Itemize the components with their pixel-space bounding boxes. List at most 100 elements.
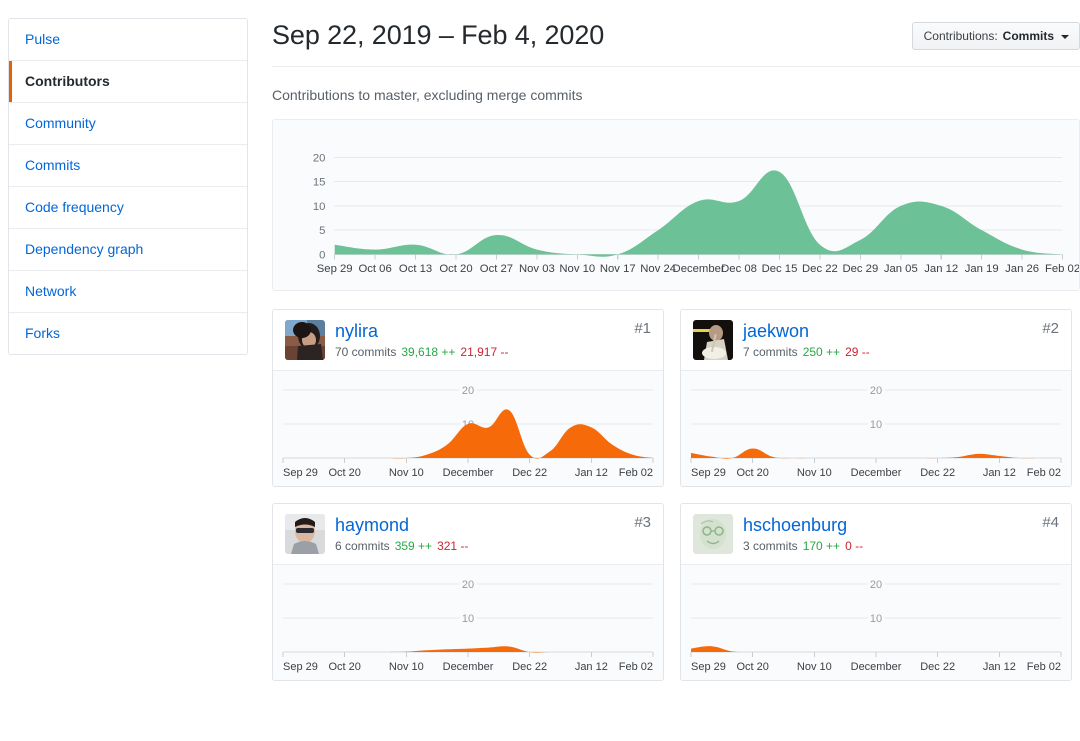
- contributor-cards: nylira 70 commits 39,618 ++ 21,917 -- #1 1…: [272, 309, 1080, 681]
- contributor-card[interactable]: nylira 70 commits39,618 ++21,917 -- #1 1…: [272, 309, 664, 487]
- contributor-username[interactable]: haymond: [335, 515, 468, 536]
- svg-text:20: 20: [462, 385, 474, 397]
- card-header: hschoenburg 3 commits 170 ++ 0 -- #4: [681, 504, 1071, 565]
- sidebar-item-dependency-graph[interactable]: Dependency graph: [9, 229, 247, 271]
- nylira-area-chart: 1020Sep 29Oct 20Nov 10DecemberDec 22Jan …: [282, 382, 654, 479]
- additions-count: 359 ++: [394, 539, 433, 553]
- svg-text:Sep 29: Sep 29: [317, 263, 353, 275]
- dropdown-value: Commits: [1002, 29, 1054, 43]
- card-chart-area: 1020Sep 29Oct 20Nov 10DecemberDec 22Jan …: [273, 371, 663, 486]
- contributor-card[interactable]: haymond 6 commits 359 ++ 321 -- #3 10 20 Sep…: [272, 503, 664, 681]
- sidebar-item-label: Network: [25, 283, 77, 299]
- svg-text:Oct 20: Oct 20: [439, 263, 472, 275]
- svg-text:Sep 29: Sep 29: [283, 661, 318, 673]
- sidebar-item-pulse[interactable]: Pulse: [9, 19, 247, 61]
- page-title: Sep 22, 2019 – Feb 4, 2020: [272, 20, 605, 50]
- haymond-area-chart: 10 20 Sep 29 Oct 20 Nov 10 December Dec 22 Jan …: [282, 576, 654, 673]
- contributor-stats: 6 commits 359 ++ 321 --: [335, 538, 468, 554]
- svg-text:Oct 27: Oct 27: [480, 263, 513, 275]
- jaekwon-avatar: [693, 320, 733, 360]
- contributor-rank: #3: [634, 514, 651, 531]
- svg-text:Nov 03: Nov 03: [519, 263, 555, 275]
- sidebar-item-label: Commits: [25, 157, 81, 173]
- sidebar-item-label: Forks: [25, 325, 60, 341]
- contributor-username[interactable]: nylira: [335, 321, 508, 342]
- svg-text:December: December: [851, 467, 902, 479]
- svg-text:Nov 10: Nov 10: [389, 661, 424, 673]
- contributor-username[interactable]: hschoenburg: [743, 515, 863, 536]
- additions-count: 39,618 ++: [401, 345, 456, 359]
- sidebar-item-commits[interactable]: Commits: [9, 145, 247, 187]
- avatar[interactable]: [693, 514, 733, 554]
- card-header: haymond 6 commits 359 ++ 321 -- #3: [273, 504, 663, 565]
- svg-text:December: December: [851, 661, 902, 673]
- sidebar-item-community[interactable]: Community: [9, 103, 247, 145]
- page-header: Sep 22, 2019 – Feb 4, 2020 Contributions…: [272, 10, 1080, 67]
- svg-text:Feb 02: Feb 02: [619, 467, 653, 479]
- card-meta: nylira 70 commits 39,618 ++ 21,917 --: [335, 320, 508, 360]
- contributor-card[interactable]: hschoenburg 3 commits 170 ++ 0 -- #4 10 20 S…: [680, 503, 1072, 681]
- svg-text:Jan 12: Jan 12: [983, 661, 1016, 673]
- svg-text:10: 10: [313, 201, 326, 213]
- svg-text:Feb 02: Feb 02: [1045, 263, 1079, 275]
- contributor-card[interactable]: jaekwon 7 commits 250 ++ 29 -- #2 10 20 Sep …: [680, 309, 1072, 487]
- svg-text:20: 20: [313, 153, 326, 165]
- contributor-stats: 70 commits 39,618 ++ 21,917 --: [335, 344, 508, 360]
- sidebar-item-label: Dependency graph: [25, 241, 144, 257]
- svg-text:Jan 12: Jan 12: [575, 467, 608, 479]
- summary-area-chart: 0 5 10 15 20 Sep 29 Oct 06 Oct 13 Oct 20 Oct 27 No…: [313, 153, 1079, 276]
- svg-text:Oct 20: Oct 20: [328, 661, 360, 673]
- svg-text:5: 5: [319, 225, 325, 237]
- svg-text:Oct 13: Oct 13: [399, 263, 432, 275]
- dropdown-label: Contributions:: [923, 29, 998, 43]
- hschoenburg-area-chart: 10 20 Sep 29 Oct 20 Nov 10 December Dec 22 Jan …: [690, 576, 1062, 673]
- svg-text:Jan 26: Jan 26: [1005, 263, 1039, 275]
- haymond-avatar: [285, 514, 325, 554]
- sidebar-item-contributors[interactable]: Contributors: [9, 61, 247, 103]
- contributor-stats: 7 commits 250 ++ 29 --: [743, 344, 870, 360]
- sidebar-item-code-frequency[interactable]: Code frequency: [9, 187, 247, 229]
- svg-text:Oct 06: Oct 06: [358, 263, 391, 275]
- sidebar-item-network[interactable]: Network: [9, 271, 247, 313]
- svg-text:Dec 29: Dec 29: [842, 263, 878, 275]
- contributor-rank: #1: [634, 320, 651, 337]
- chart-subtitle: Contributions to master, excluding merge…: [272, 87, 583, 103]
- svg-text:Dec 22: Dec 22: [920, 661, 955, 673]
- avatar[interactable]: [285, 514, 325, 554]
- deletions-count: 29 --: [845, 345, 870, 359]
- card-meta: haymond 6 commits 359 ++ 321 --: [335, 514, 468, 554]
- svg-text:Sep 29: Sep 29: [283, 467, 318, 479]
- svg-text:15: 15: [313, 177, 326, 189]
- main-content: Sep 22, 2019 – Feb 4, 2020 Contributions…: [248, 0, 1080, 681]
- additions-count: 170 ++: [802, 539, 841, 553]
- svg-text:10: 10: [870, 613, 882, 625]
- additions-count: 250 ++: [802, 345, 841, 359]
- svg-text:10: 10: [462, 613, 474, 625]
- contributions-type-dropdown[interactable]: Contributions: Commits: [911, 22, 1080, 50]
- deletions-count: 0 --: [845, 539, 864, 553]
- sidebar-item-label: Community: [25, 115, 96, 131]
- nylira-avatar: [285, 320, 325, 360]
- commit-count: 3 commits: [743, 539, 798, 553]
- card-chart-area: 1020Sep 29Oct 20Nov 10DecemberDec 22Jan …: [681, 371, 1071, 486]
- deletions-count: 21,917 --: [460, 345, 509, 359]
- sidebar-item-label: Code frequency: [25, 199, 124, 215]
- deletions-count: 321 --: [437, 539, 469, 553]
- svg-text:Oct 20: Oct 20: [736, 467, 768, 479]
- contributor-rank: #2: [1042, 320, 1059, 337]
- sidebar-item-forks[interactable]: Forks: [9, 313, 247, 354]
- svg-text:20: 20: [870, 385, 882, 397]
- svg-text:Nov 10: Nov 10: [797, 661, 832, 673]
- card-header: nylira 70 commits 39,618 ++ 21,917 -- #1: [273, 310, 663, 371]
- card-header: jaekwon 7 commits 250 ++ 29 -- #2: [681, 310, 1071, 371]
- avatar[interactable]: [285, 320, 325, 360]
- svg-text:Jan 19: Jan 19: [965, 263, 999, 275]
- svg-text:December: December: [443, 467, 494, 479]
- contributor-username[interactable]: jaekwon: [743, 321, 870, 342]
- svg-text:Jan 12: Jan 12: [924, 263, 958, 275]
- svg-text:Jan 12: Jan 12: [983, 467, 1016, 479]
- svg-text:Dec 15: Dec 15: [762, 263, 798, 275]
- summary-chart-panel: 0 5 10 15 20 Sep 29 Oct 06 Oct 13 Oct 20 Oct 27 No…: [272, 119, 1080, 291]
- commit-count: 7 commits: [743, 345, 798, 359]
- avatar[interactable]: [693, 320, 733, 360]
